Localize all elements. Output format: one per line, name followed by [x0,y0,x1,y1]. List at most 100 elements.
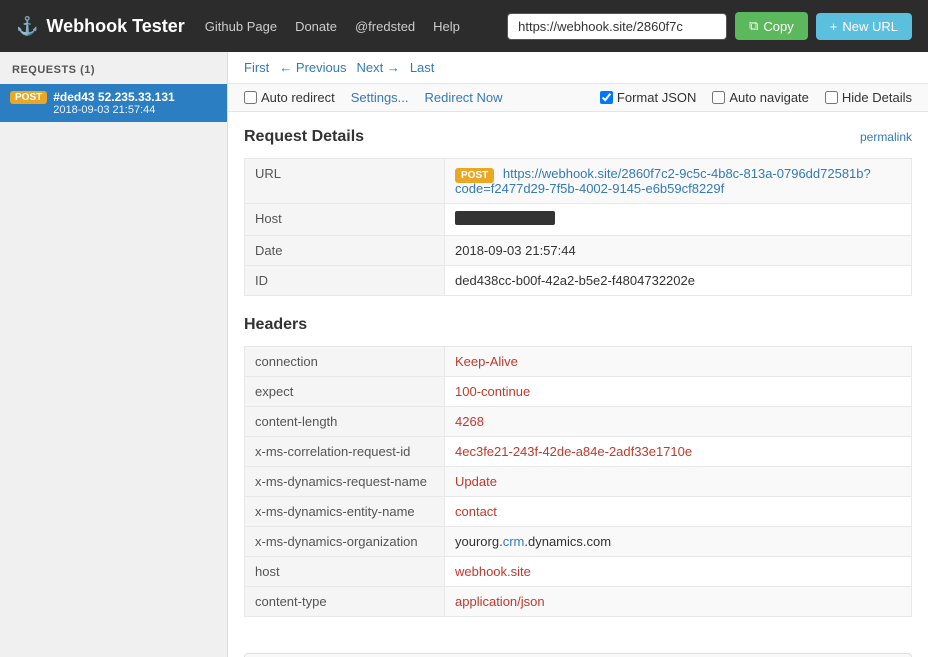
table-row: host webhook.site [245,557,912,587]
new-url-button[interactable]: + New URL [816,13,912,40]
header-key: content-length [245,407,445,437]
header-value: application/json [445,587,912,617]
header-value: 100-continue [445,377,912,407]
first-link[interactable]: First [244,60,269,75]
header-value: 4ec3fe21-243f-42de-a84e-2adf33e1710e [445,437,912,467]
auto-navigate-checkbox[interactable] [712,91,725,104]
help-link[interactable]: Help [433,19,460,34]
org-name: yourorg. [455,534,503,549]
table-row: content-type application/json [245,587,912,617]
header-key: x-ms-dynamics-organization [245,527,445,557]
field-key: URL [245,159,445,204]
auto-navigate-text: Auto navigate [729,90,809,105]
header-key: expect [245,377,445,407]
crm-link[interactable]: crm [503,534,525,549]
options-bar: Auto redirect Settings... Redirect Now F… [228,84,928,112]
anchor-icon: ⚓ [16,16,38,37]
headers-title: Headers [244,316,307,334]
header-value: 4268 [445,407,912,437]
table-row: Date 2018-09-03 21:57:44 [245,236,912,266]
redacted-host [455,211,555,225]
table-row: Host [245,204,912,236]
brand-logo: ⚓ Webhook Tester [16,16,185,37]
header-key: x-ms-correlation-request-id [245,437,445,467]
header-value: webhook.site [445,557,912,587]
content-area: First ← Previous Next → Last Auto redire… [228,52,928,657]
details-table: URL POST https://webhook.site/2860f7c2-9… [244,158,912,296]
table-row: URL POST https://webhook.site/2860f7c2-9… [245,159,912,204]
field-value-date: 2018-09-03 21:57:44 [445,236,912,266]
hide-details-text: Hide Details [842,90,912,105]
table-row: x-ms-dynamics-request-name Update [245,467,912,497]
request-list-item[interactable]: POST #ded43 52.235.33.131 2018-09-03 21:… [0,84,227,122]
hide-details-label[interactable]: Hide Details [825,90,912,105]
request-time: 2018-09-03 21:57:44 [53,104,174,116]
permalink-link[interactable]: permalink [860,130,912,144]
format-json-label[interactable]: Format JSON [600,90,696,105]
next-link[interactable]: Next → [356,60,399,75]
webhook-host-link[interactable]: webhook.site [455,564,531,579]
section-title: Request Details [244,128,364,146]
table-row: expect 100-continue [245,377,912,407]
correlation-id-value: 4ec3fe21-243f-42de-a84e-2adf33e1710e [455,444,692,459]
org-suffix: .dynamics.com [524,534,611,549]
field-key: Host [245,204,445,236]
headers-section-header: Headers [244,316,912,334]
auto-navigate-label[interactable]: Auto navigate [712,90,809,105]
auto-redirect-text: Auto redirect [261,90,335,105]
header-key: x-ms-dynamics-request-name [245,467,445,497]
request-details-section: Request Details permalink URL POST https… [228,112,928,653]
last-link[interactable]: Last [410,60,435,75]
table-row: ID ded438cc-b00f-42a2-b5e2-f4804732202e [245,266,912,296]
previous-link[interactable]: ← Previous [279,60,346,75]
url-link[interactable]: https://webhook.site/2860f7c2-9c5c-4b8c-… [455,166,871,196]
table-row: content-length 4268 [245,407,912,437]
sidebar: REQUESTS (1) POST #ded43 52.235.33.131 2… [0,52,228,657]
sidebar-title: REQUESTS (1) [0,64,227,84]
header-key: host [245,557,445,587]
header-value: Update [445,467,912,497]
field-value-host [445,204,912,236]
header-key: x-ms-dynamics-entity-name [245,497,445,527]
expect-value: 100-continue [455,384,530,399]
request-name-value: Update [455,474,497,489]
section-header: Request Details permalink [244,128,912,146]
format-json-text: Format JSON [617,90,696,105]
table-row: x-ms-dynamics-entity-name contact [245,497,912,527]
brand-name: Webhook Tester [46,16,184,37]
format-json-checkbox[interactable] [600,91,613,104]
donate-link[interactable]: Donate [295,19,337,34]
hide-details-checkbox[interactable] [825,91,838,104]
plus-icon: + [830,19,838,34]
webhook-url-input[interactable] [507,13,727,40]
connection-value: Keep-Alive [455,354,518,369]
headers-table: connection Keep-Alive expect 100-continu… [244,346,912,617]
content-length-value: 4268 [455,414,484,429]
content-type-link[interactable]: application/json [455,594,545,609]
navbar: ⚓ Webhook Tester Github Page Donate @fre… [0,0,928,52]
main-layout: REQUESTS (1) POST #ded43 52.235.33.131 2… [0,52,928,657]
field-value-url: POST https://webhook.site/2860f7c2-9c5c-… [445,159,912,204]
table-row: x-ms-correlation-request-id 4ec3fe21-243… [245,437,912,467]
header-value: contact [445,497,912,527]
auto-redirect-label[interactable]: Auto redirect [244,90,335,105]
header-value: Keep-Alive [445,347,912,377]
settings-link[interactable]: Settings... [351,90,409,105]
field-key: Date [245,236,445,266]
table-row: x-ms-dynamics-organization yourorg.crm.d… [245,527,912,557]
github-page-link[interactable]: Github Page [205,19,277,34]
header-key: connection [245,347,445,377]
copy-button[interactable]: ⧉ Copy [735,12,808,40]
nav-links: Github Page Donate @fredsted Help [205,19,487,34]
twitter-link[interactable]: @fredsted [355,19,415,34]
request-id: #ded43 52.235.33.131 [53,90,174,104]
copy-icon: ⧉ [749,18,758,34]
pagination-bar: First ← Previous Next → Last [228,52,928,84]
header-key: content-type [245,587,445,617]
method-badge: POST [10,91,47,104]
redirect-now-link[interactable]: Redirect Now [425,90,503,105]
field-value-id: ded438cc-b00f-42a2-b5e2-f4804732202e [445,266,912,296]
table-row: connection Keep-Alive [245,347,912,377]
entity-name-value: contact [455,504,497,519]
auto-redirect-checkbox[interactable] [244,91,257,104]
